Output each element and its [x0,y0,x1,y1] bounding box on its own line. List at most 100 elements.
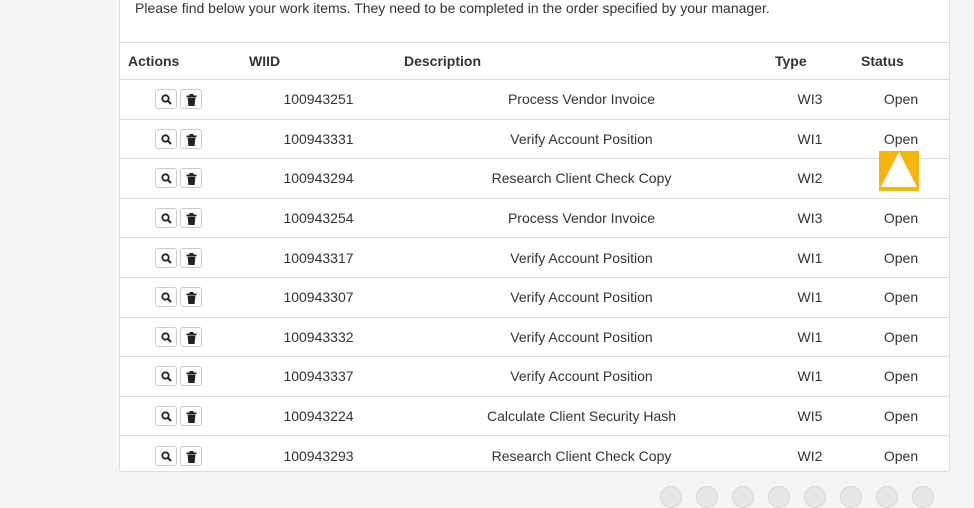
description-cell: Process Vendor Invoice [396,79,767,120]
table-row: 100943224 Calculate Client Security Hash W… [120,396,949,437]
page-button[interactable] [840,486,862,508]
status-cell: Open [853,79,949,120]
row-actions [120,317,241,358]
row-actions [120,119,241,160]
table-row: 100943307 Verify Account Position WI1 Open [120,277,949,318]
row-actions [120,158,241,199]
view-button[interactable] [155,128,177,149]
view-button[interactable] [155,366,177,387]
delete-button[interactable] [180,445,202,466]
description-cell: Research Client Check Copy [396,158,767,199]
description-cell: Verify Account Position [396,317,767,358]
delete-button[interactable] [180,326,202,347]
header-actions: Actions [120,42,241,80]
page-button[interactable] [912,486,934,508]
row-actions [120,356,241,397]
wiid-cell: 100943254 [241,198,396,239]
work-items-table: Actions WIID Description Type Status 100… [120,42,949,475]
table-row: 100943293 Research Client Check Copy WI2 Op… [120,436,949,475]
type-cell: WI1 [767,317,853,358]
view-button[interactable] [155,406,177,427]
page-button[interactable] [768,486,790,508]
status-cell: Open [853,237,949,278]
wiid-cell: 100943224 [241,396,396,437]
wiid-cell: 100943332 [241,317,396,358]
description-cell: Research Client Check Copy [491,447,672,464]
type-cell: WI1 [767,119,853,160]
view-button[interactable] [155,287,177,308]
row-actions [120,277,241,318]
view-button[interactable] [155,168,177,189]
table-row: 100943254 Process Vendor Invoice WI3 Open [120,198,949,239]
wiid-cell: 100943331 [241,119,396,160]
page-button[interactable] [660,486,682,508]
delete-button[interactable] [180,208,202,229]
description-cell: Verify Account Position [396,119,767,160]
delete-button[interactable] [180,366,202,387]
delete-button[interactable] [180,128,202,149]
type-cell: WI1 [767,277,853,318]
wiid-cell: 100943293 [283,447,354,464]
header-wiid: WIID [241,42,396,80]
status-cell: Open [853,198,949,239]
type-cell: WI2 [797,447,823,464]
delete-button[interactable] [180,406,202,427]
type-cell: WI1 [767,356,853,397]
description-cell: Verify Account Position [396,277,767,318]
wiid-cell: 100943294 [241,158,396,199]
header-description: Description [396,42,767,80]
header-status: Status [853,42,949,80]
view-button[interactable] [155,89,177,110]
description-cell: Calculate Client Security Hash [396,396,767,437]
table-row: 100943317 Verify Account Position WI1 Open [120,237,949,278]
delete-button[interactable] [180,89,202,110]
status-cell: Open [883,447,919,464]
view-button[interactable] [155,445,177,466]
wiid-cell: 100943251 [241,79,396,120]
table-row: 100943337 Verify Account Position WI1 Open [120,356,949,397]
table-header-row: Actions WIID Description Type Status [120,42,949,80]
type-cell: WI1 [767,237,853,278]
type-cell: WI5 [767,396,853,437]
table-row: 100943332 Verify Account Position WI1 Open [120,317,949,358]
description-cell: Verify Account Position [396,237,767,278]
row-actions [120,79,241,120]
description-cell: Process Vendor Invoice [396,198,767,239]
delete-button[interactable] [180,287,202,308]
wiid-cell: 100943317 [241,237,396,278]
warning-triangle-icon [881,152,917,187]
delete-button[interactable] [180,247,202,268]
page-button[interactable] [732,486,754,508]
status-cell: Open [853,317,949,358]
work-items-panel: Please find below your work items. They … [119,0,950,472]
view-button[interactable] [155,247,177,268]
page-button[interactable] [696,486,718,508]
row-actions [120,396,241,437]
page-button[interactable] [804,486,826,508]
work-items-table-wrapper: Actions WIID Description Type Status 100… [120,42,949,475]
warning-badge[interactable] [879,151,919,191]
view-button[interactable] [155,208,177,229]
delete-button[interactable] [180,168,202,189]
view-button[interactable] [155,326,177,347]
wiid-cell: 100943307 [241,277,396,318]
table-row: 100943294Research Client Check CopyWI2Op… [120,158,949,199]
status-cell: Open [853,396,949,437]
table-body: 100943251 Process Vendor Invoice WI3 Open 10… [120,79,949,475]
description-cell: Verify Account Position [396,356,767,397]
wiid-cell: 100943337 [241,356,396,397]
table-row: 100943251 Process Vendor Invoice WI3 Open [120,79,949,120]
page-button[interactable] [876,486,898,508]
row-actions [120,237,241,278]
status-cell: Open [853,277,949,318]
header-type: Type [767,42,853,80]
row-actions [120,436,241,475]
pagination [660,486,950,508]
table-row: 100943331 Verify Account Position WI1 Open [120,119,949,160]
type-cell: WI3 [767,198,853,239]
row-actions [120,198,241,239]
type-cell: WI2 [767,158,853,199]
status-cell: Open [853,356,949,397]
type-cell: WI3 [767,79,853,120]
intro-text: Please find below your work items. They … [135,0,770,16]
